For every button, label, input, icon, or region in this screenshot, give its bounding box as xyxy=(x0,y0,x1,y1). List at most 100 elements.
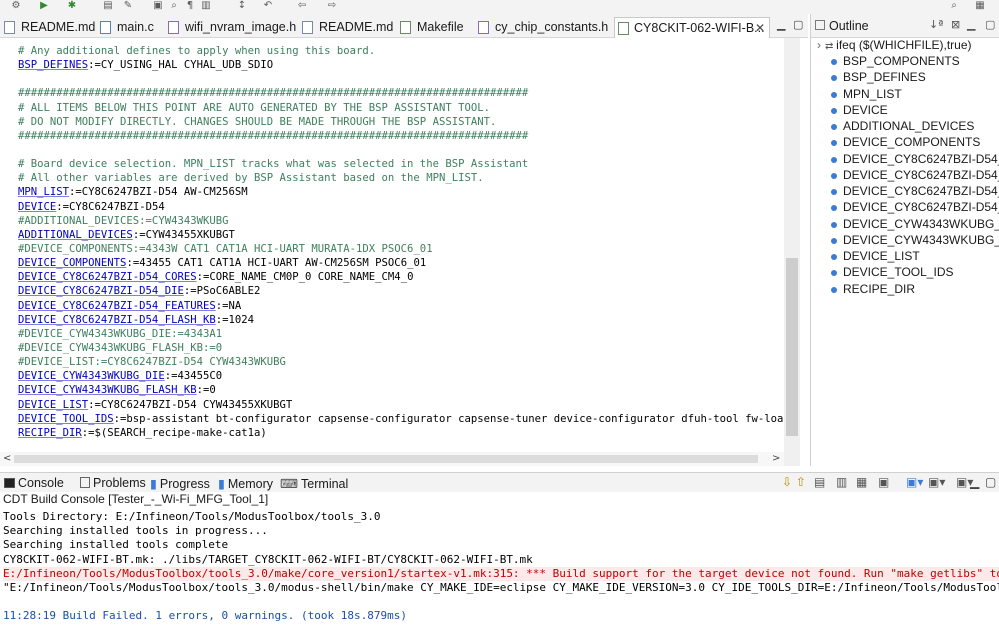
tab-memory[interactable]: ▮ Memory xyxy=(218,476,273,491)
code-line[interactable]: # All other variables are derived by BSP… xyxy=(18,171,790,185)
outline-item[interactable]: DEVICE_COMPONENTS xyxy=(843,135,980,149)
back-icon[interactable]: ↶ xyxy=(262,0,274,12)
maximize-icon[interactable]: ▢ xyxy=(985,475,996,489)
scroll-lock-icon[interactable]: ⇩ ⇧ xyxy=(782,475,806,489)
code-line[interactable] xyxy=(18,72,790,86)
outline-item[interactable]: DEVICE_CY8C6247BZI-D54_CO... xyxy=(843,152,999,166)
tab-makefile[interactable]: Makefile xyxy=(400,17,470,38)
tab-console[interactable]: Console xyxy=(4,476,64,490)
perspective-icon[interactable]: ▦ xyxy=(974,0,986,12)
makefile-variable[interactable]: BSP_DEFINES xyxy=(18,59,88,71)
code-line[interactable]: DEVICE_TOOL_IDS:=bsp-assistant bt-config… xyxy=(18,412,790,426)
word-wrap-icon[interactable]: ▤ xyxy=(814,475,825,489)
scroll-left-icon[interactable]: < xyxy=(3,452,11,466)
close-icon[interactable]: ✕ xyxy=(755,18,765,39)
tab-readme-2[interactable]: README.md xyxy=(302,17,393,38)
chevron-right-icon[interactable]: › xyxy=(817,38,821,52)
code-line[interactable]: #DEVICE_LIST:=CY8C6247BZI-D54 CYW4343WKU… xyxy=(18,355,790,369)
outline-item[interactable]: DEVICE_CYW4343WKUBG_DIE xyxy=(843,217,999,231)
outline-item[interactable]: BSP_COMPONENTS xyxy=(843,54,960,68)
outline-item[interactable]: BSP_DEFINES xyxy=(843,70,926,84)
outline-item[interactable]: DEVICE_CYW4343WKUBG_FLAS... xyxy=(843,233,999,247)
tab-readme-1[interactable]: README.md xyxy=(4,17,95,38)
gear-icon[interactable]: ⚙ xyxy=(10,0,22,12)
makefile-variable[interactable]: MPN_LIST xyxy=(18,186,69,198)
makefile-variable[interactable]: DEVICE_CYW4343WKUBG_DIE xyxy=(18,370,165,382)
makefile-variable[interactable]: DEVICE_CYW4343WKUBG_FLASH_KB xyxy=(18,384,197,396)
sort-icon[interactable]: ↓ª xyxy=(929,18,943,31)
nav-icon[interactable]: ▥ xyxy=(200,0,212,12)
makefile-variable[interactable]: DEVICE_CY8C6247BZI-D54_FLASH_KB xyxy=(18,314,216,326)
tab-cy-chip-constants[interactable]: cy_chip_constants.h xyxy=(478,17,608,38)
code-content[interactable]: # Any additional defines to apply when u… xyxy=(18,44,790,440)
code-line[interactable]: # Any additional defines to apply when u… xyxy=(18,44,790,58)
pilcrow-icon[interactable]: ¶ xyxy=(184,0,196,12)
outline-item[interactable]: DEVICE_CY8C6247BZI-D54_FE... xyxy=(843,184,999,198)
code-line[interactable]: #DEVICE_COMPONENTS:=4343W CAT1 CAT1A HCI… xyxy=(18,242,790,256)
code-line[interactable]: ########################################… xyxy=(18,129,790,143)
bookmark-icon[interactable]: ▣ xyxy=(152,0,164,12)
tab-progress[interactable]: ▮ Progress xyxy=(150,476,210,491)
code-line[interactable]: MPN_LIST:=CY8C6247BZI-D54 AW-CM256SM xyxy=(18,185,790,199)
outline-root-item[interactable]: › ⇄ ifeq ($(WHICHFILE),true) xyxy=(817,38,972,52)
code-line[interactable]: #DEVICE_CYW4343WKUBG_DIE:=4343A1 xyxy=(18,327,790,341)
outline-item[interactable]: DEVICE xyxy=(843,103,888,117)
makefile-variable[interactable]: DEVICE_LIST xyxy=(18,399,88,411)
code-line[interactable]: DEVICE_CY8C6247BZI-D54_DIE:=PSoC6ABLE2 xyxy=(18,284,790,298)
debug-icon[interactable]: ✱ xyxy=(66,0,78,12)
up-icon[interactable]: ↕ xyxy=(236,0,248,12)
makefile-variable[interactable]: DEVICE_COMPONENTS xyxy=(18,257,126,269)
search-icon[interactable]: ⌕ xyxy=(948,0,960,12)
search-icon[interactable]: ⌕ xyxy=(168,0,180,12)
outline-item[interactable]: DEVICE_LIST xyxy=(843,249,920,263)
folder-icon[interactable]: ▤ xyxy=(102,0,114,12)
editor-vertical-scroll-thumb[interactable] xyxy=(786,258,798,436)
code-line[interactable]: #DEVICE_CYW4343WKUBG_FLASH_KB:=0 xyxy=(18,341,790,355)
tab-main-c[interactable]: main.c xyxy=(100,17,160,38)
tab-terminal[interactable]: ⌨ Terminal xyxy=(280,476,348,491)
makefile-variable[interactable]: DEVICE_TOOL_IDS xyxy=(18,413,114,425)
outline-item[interactable]: MPN_LIST xyxy=(843,87,902,101)
outline-item[interactable]: DEVICE_CY8C6247BZI-D54_FL... xyxy=(843,200,999,214)
tab-wifi-nvram[interactable]: wifi_nvram_image.h xyxy=(168,17,296,38)
outline-item[interactable]: ADDITIONAL_DEVICES xyxy=(843,119,974,133)
scroll-right-icon[interactable]: > xyxy=(772,452,780,466)
tab-cy8ckit-active[interactable]: CY8CKIT-062-WIFI-B... ✕ xyxy=(614,17,770,38)
minimize-icon[interactable]: ▁ xyxy=(970,475,979,489)
code-line[interactable]: DEVICE_LIST:=CY8C6247BZI-D54 CYW43455XKU… xyxy=(18,398,790,412)
code-line[interactable]: # Board device selection. MPN_LIST track… xyxy=(18,157,790,171)
code-line[interactable]: DEVICE_CY8C6247BZI-D54_FEATURES:=NA xyxy=(18,299,790,313)
back-arrow-icon[interactable]: ⇦ xyxy=(296,0,308,12)
makefile-variable[interactable]: ADDITIONAL_DEVICES xyxy=(18,229,133,241)
console-error-line[interactable]: E:/Infineon/Tools/ModusToolbox/tools_3.0… xyxy=(3,566,999,581)
outline-item[interactable]: RECIPE_DIR xyxy=(843,282,915,296)
code-line[interactable]: RECIPE_DIR:=$(SEARCH_recipe-make-cat1a) xyxy=(18,426,790,440)
code-line[interactable]: BSP_DEFINES:=CY_USING_HAL CYHAL_UDB_SDIO xyxy=(18,58,790,72)
copy-icon[interactable]: ▦ xyxy=(856,475,867,489)
console-output[interactable]: Tools Directory: E:/Infineon/Tools/Modus… xyxy=(3,510,999,624)
makefile-variable[interactable]: DEVICE xyxy=(18,201,56,213)
edit-icon[interactable]: ✎ xyxy=(122,0,134,12)
code-line[interactable]: DEVICE_CYW4343WKUBG_FLASH_KB:=0 xyxy=(18,383,790,397)
run-icon[interactable]: ▶ xyxy=(38,0,50,12)
makefile-variable[interactable]: DEVICE_CY8C6247BZI-D54_FEATURES xyxy=(18,300,216,312)
minimize-icon[interactable]: ▁ xyxy=(967,18,975,31)
code-line[interactable] xyxy=(18,143,790,157)
code-line[interactable]: DEVICE_COMPONENTS:=43455 CAT1 CAT1A HCI-… xyxy=(18,256,790,270)
code-line[interactable]: DEVICE_CYW4343WKUBG_DIE:=43455C0 xyxy=(18,369,790,383)
code-line[interactable]: ADDITIONAL_DEVICES:=CYW43455XKUBGT xyxy=(18,228,790,242)
open-console-icon[interactable]: ▣▾ xyxy=(906,475,923,489)
makefile-editor[interactable]: # Any additional defines to apply when u… xyxy=(0,38,800,466)
pin-icon[interactable]: ▣ xyxy=(878,475,889,489)
editor-horizontal-scroll-thumb[interactable] xyxy=(14,455,758,463)
code-line[interactable]: DEVICE_CY8C6247BZI-D54_CORES:=CORE_NAME_… xyxy=(18,270,790,284)
makefile-variable[interactable]: DEVICE_CY8C6247BZI-D54_CORES xyxy=(18,271,197,283)
minimize-icon[interactable]: ▁ xyxy=(777,19,788,30)
code-line[interactable]: ########################################… xyxy=(18,86,790,100)
maximize-icon[interactable]: ▢ xyxy=(793,19,804,30)
code-line[interactable]: DEVICE_CY8C6247BZI-D54_FLASH_KB:=1024 xyxy=(18,313,790,327)
code-line[interactable]: #ADDITIONAL_DEVICES:=CYW4343WKUBG xyxy=(18,214,790,228)
code-line[interactable]: # ALL ITEMS BELOW THIS POINT ARE AUTO GE… xyxy=(18,101,790,115)
outline-item[interactable]: DEVICE_TOOL_IDS xyxy=(843,265,953,279)
clear-console-icon[interactable]: ▥ xyxy=(836,475,847,489)
